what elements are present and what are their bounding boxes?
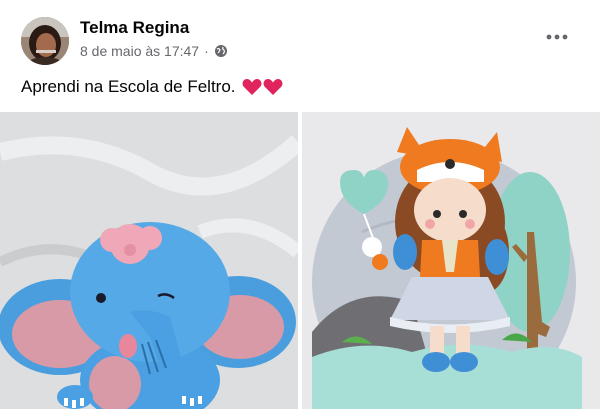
author-name[interactable]: Telma Regina — [80, 18, 189, 38]
caption-text: Aprendi na Escola de Feltro. — [21, 77, 236, 96]
globe-icon[interactable] — [214, 44, 228, 58]
post-caption: Aprendi na Escola de Feltro. — [21, 77, 283, 97]
red-heart-icon — [242, 78, 262, 96]
caption-emojis — [242, 78, 283, 96]
post-header: Telma Regina 8 de maio às 17:47 · — [0, 0, 600, 70]
felt-elephant-photo[interactable] — [0, 112, 298, 409]
avatar[interactable] — [21, 17, 69, 65]
avatar-photo — [21, 17, 69, 65]
facebook-post: Telma Regina 8 de maio às 17:47 · Aprend… — [0, 0, 600, 409]
red-heart-icon — [263, 78, 283, 96]
post-meta: 8 de maio às 17:47 · — [80, 43, 228, 59]
meta-separator: · — [204, 43, 209, 59]
more-options-icon[interactable] — [542, 26, 572, 48]
post-timestamp[interactable]: 8 de maio às 17:47 — [80, 43, 199, 59]
felt-fox-doll-photo[interactable] — [302, 112, 600, 409]
